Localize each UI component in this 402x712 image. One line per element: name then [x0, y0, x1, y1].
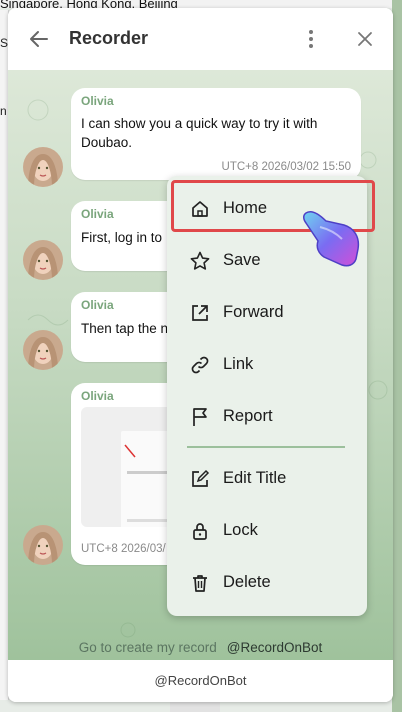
- menu-item-label: Delete: [223, 573, 271, 591]
- avatar[interactable]: [23, 330, 63, 370]
- close-icon[interactable]: [352, 26, 378, 52]
- message-text: Doubao.: [81, 135, 133, 150]
- link-icon: [189, 354, 211, 376]
- message-text: Then tap the n: [81, 321, 169, 336]
- flag-icon: [189, 406, 211, 428]
- message-image[interactable]: [81, 407, 173, 527]
- menu-item-label: Link: [223, 355, 254, 373]
- avatar[interactable]: [23, 240, 63, 280]
- menu-item-lock[interactable]: Lock: [167, 509, 367, 553]
- background-side-text: n: [0, 104, 7, 118]
- menu-item-label: Lock: [223, 521, 258, 539]
- menu-divider: [187, 446, 345, 448]
- menu-item-label: Save: [223, 251, 261, 269]
- menu-item-link[interactable]: Link: [167, 343, 367, 387]
- message-text: First, log in to: [81, 230, 163, 245]
- sender-name: Olivia: [81, 389, 114, 403]
- menu-item-edit-title[interactable]: Edit Title: [167, 457, 367, 501]
- message-timestamp: UTC+8 2026/03/: [81, 543, 166, 555]
- message-timestamp: UTC+8 2026/03/02 15:50: [221, 161, 351, 173]
- avatar[interactable]: [23, 525, 63, 565]
- message-text: I can show you a quick way to try it wit…: [81, 116, 318, 131]
- bottom-bar-handle: @RecordOnBot: [154, 673, 247, 688]
- bottom-bar[interactable]: @RecordOnBot: [8, 660, 393, 702]
- trash-icon: [189, 572, 211, 594]
- pointer-hand-icon: [303, 210, 360, 267]
- lock-icon: [189, 520, 211, 542]
- sender-name: Olivia: [81, 298, 114, 312]
- title-bar: Recorder: [8, 8, 393, 70]
- edit-icon: [189, 468, 211, 490]
- image-screenshot-content: [121, 431, 173, 527]
- window-title: Recorder: [69, 28, 149, 48]
- menu-item-label: Forward: [223, 303, 284, 321]
- menu-item-delete[interactable]: Delete: [167, 561, 367, 605]
- more-vertical-icon[interactable]: [299, 26, 323, 52]
- sender-name: Olivia: [81, 207, 114, 221]
- message-bubble[interactable]: Olivia I can show you a quick way to try…: [71, 88, 361, 180]
- create-record-link[interactable]: Go to create my record @RecordOnBot: [8, 640, 393, 655]
- avatar[interactable]: [23, 147, 63, 187]
- background-topbar: Singapore, Hong Kong, Beijing: [0, 0, 402, 11]
- create-record-text: Go to create my record: [78, 640, 217, 655]
- star-icon: [189, 250, 211, 272]
- share-icon: [189, 302, 211, 324]
- background-right-band: [392, 0, 402, 712]
- menu-item-forward[interactable]: Forward: [167, 291, 367, 335]
- menu-item-label: Report: [223, 407, 273, 425]
- bot-handle: @RecordOnBot: [226, 640, 323, 655]
- back-arrow-icon[interactable]: [26, 26, 52, 52]
- sender-name: Olivia: [81, 94, 114, 108]
- menu-item-label: Edit Title: [223, 469, 287, 487]
- menu-item-report[interactable]: Report: [167, 395, 367, 439]
